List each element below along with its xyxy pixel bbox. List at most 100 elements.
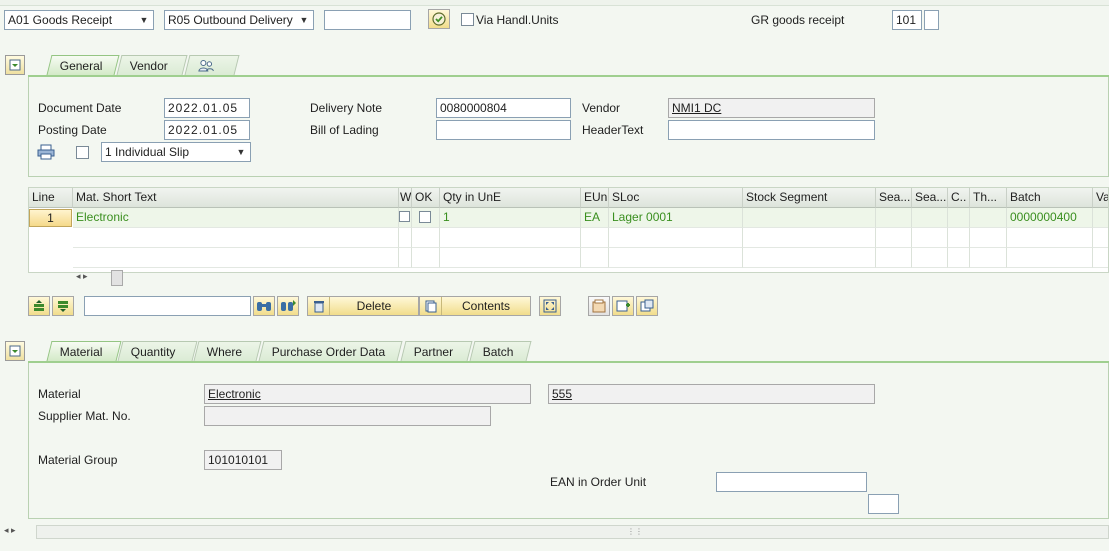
tab-partner[interactable]: Partner xyxy=(400,341,473,363)
layout-button[interactable] xyxy=(588,296,610,316)
print-icon[interactable] xyxy=(37,144,57,160)
movement-type-input[interactable]: 101 xyxy=(892,10,922,30)
table-scroll-arrows[interactable]: ◂ ▸ xyxy=(76,271,116,285)
table-scroll-thumb[interactable] xyxy=(111,270,123,286)
column-header-c[interactable]: C.. xyxy=(948,188,970,208)
table-cell-empty[interactable] xyxy=(1093,248,1108,268)
execute-button[interactable] xyxy=(428,9,450,29)
table-cell-empty[interactable] xyxy=(1093,228,1108,248)
cell-eun[interactable]: EA xyxy=(581,208,609,228)
tab-where[interactable]: Where xyxy=(193,341,262,363)
tab-vendor[interactable]: Vendor xyxy=(116,55,188,77)
bottom-scroll-arrows[interactable]: ◂ ▸ xyxy=(4,525,34,539)
column-header-line[interactable]: Line xyxy=(29,188,73,208)
column-header-batch[interactable]: Batch xyxy=(1007,188,1093,208)
vendor-value[interactable]: NMI1 DC xyxy=(668,98,875,118)
table-cell-empty[interactable] xyxy=(743,228,876,248)
via-handling-units-checkbox[interactable] xyxy=(461,13,474,26)
cell-th[interactable] xyxy=(970,208,1007,228)
slip-type-combo[interactable]: 1 Individual Slip ▼ xyxy=(101,142,251,162)
column-header-qty[interactable]: Qty in UnE xyxy=(440,188,581,208)
reference-input[interactable] xyxy=(324,10,411,30)
table-cell-empty[interactable] xyxy=(876,228,912,248)
bottom-scrollbar[interactable]: ⋮⋮ xyxy=(36,525,1109,539)
table-row-empty[interactable] xyxy=(73,228,399,248)
tab-batch[interactable]: Batch xyxy=(469,341,532,363)
reference-combo[interactable]: R05 Outbound Delivery ▼ xyxy=(164,10,314,30)
table-cell-empty[interactable] xyxy=(1007,248,1093,268)
column-header-stock-segment[interactable]: Stock Segment xyxy=(743,188,876,208)
deselect-all-button[interactable] xyxy=(52,296,74,316)
tab-purchase-order-data[interactable]: Purchase Order Data xyxy=(258,341,403,363)
contents-button[interactable]: Contents xyxy=(419,296,531,316)
material-group-value[interactable]: 101010101 xyxy=(204,450,282,470)
material-number[interactable]: 555 xyxy=(548,384,875,404)
item-search-input[interactable] xyxy=(84,296,251,316)
table-cell-empty[interactable] xyxy=(970,248,1007,268)
supplier-mat-input[interactable] xyxy=(204,406,491,426)
table-cell-empty[interactable] xyxy=(912,228,948,248)
row-ok-checkbox[interactable] xyxy=(419,211,431,223)
table-row-empty[interactable] xyxy=(73,248,399,268)
delete-button[interactable]: Delete xyxy=(307,296,419,316)
cell-qty[interactable]: 1 xyxy=(440,208,581,228)
print-checkbox[interactable] xyxy=(76,146,89,159)
column-header-th[interactable]: Th... xyxy=(970,188,1007,208)
column-header-short-text[interactable]: Mat. Short Text xyxy=(73,188,399,208)
expand-button[interactable] xyxy=(539,296,561,316)
table-cell-empty[interactable] xyxy=(440,228,581,248)
collapse-detail-button[interactable] xyxy=(5,341,25,361)
tab-general[interactable]: General xyxy=(46,55,120,77)
action-combo[interactable]: A01 Goods Receipt ▼ xyxy=(4,10,154,30)
table-cell-empty[interactable] xyxy=(970,228,1007,248)
find-button[interactable] xyxy=(253,296,275,316)
table-cell-empty[interactable] xyxy=(912,248,948,268)
ean-input[interactable] xyxy=(716,472,867,492)
table-cell-empty[interactable] xyxy=(399,248,412,268)
table-cell-empty[interactable] xyxy=(581,248,609,268)
column-header-w[interactable]: W xyxy=(399,188,412,208)
table-cell-empty[interactable] xyxy=(743,248,876,268)
cell-sea-2[interactable] xyxy=(912,208,948,228)
cell-stock-segment[interactable] xyxy=(743,208,876,228)
table-cell-empty[interactable] xyxy=(609,248,743,268)
column-header-eun[interactable]: EUn xyxy=(581,188,609,208)
column-header-ok[interactable]: OK xyxy=(412,188,440,208)
find-next-button[interactable] xyxy=(277,296,299,316)
ean-extra-input[interactable] xyxy=(868,494,899,514)
tab-material[interactable]: Material xyxy=(46,341,122,363)
copy-row-button[interactable] xyxy=(636,296,658,316)
collapse-header-button[interactable] xyxy=(5,55,25,75)
table-cell-empty[interactable] xyxy=(412,248,440,268)
table-cell-empty[interactable] xyxy=(609,228,743,248)
delivery-note-input[interactable]: 0080000804 xyxy=(436,98,571,118)
cell-batch[interactable]: 0000000400 xyxy=(1007,208,1093,228)
table-cell-empty[interactable] xyxy=(948,248,970,268)
posting-date-input[interactable]: 2022.01.05 xyxy=(164,120,250,140)
add-row-button[interactable] xyxy=(612,296,634,316)
column-header-sloc[interactable]: SLoc xyxy=(609,188,743,208)
cell-sloc[interactable]: Lager 0001 xyxy=(609,208,743,228)
column-header-sea-2[interactable]: Sea... xyxy=(912,188,948,208)
document-date-input[interactable]: 2022.01.05 xyxy=(164,98,250,118)
table-cell-empty[interactable] xyxy=(440,248,581,268)
cell-ok[interactable] xyxy=(412,208,440,228)
table-cell-empty[interactable] xyxy=(581,228,609,248)
row-w-checkbox[interactable] xyxy=(399,211,410,222)
movement-type-extra-input[interactable] xyxy=(924,10,939,30)
material-value[interactable]: Electronic xyxy=(204,384,531,404)
table-cell-empty[interactable] xyxy=(1007,228,1093,248)
cell-short-text[interactable]: Electronic xyxy=(73,208,399,228)
cell-sea-1[interactable] xyxy=(876,208,912,228)
cell-c[interactable] xyxy=(948,208,970,228)
tab-quantity[interactable]: Quantity xyxy=(117,341,198,363)
column-header-va[interactable]: Va xyxy=(1093,188,1108,208)
select-all-button[interactable] xyxy=(28,296,50,316)
column-header-sea-1[interactable]: Sea... xyxy=(876,188,912,208)
table-cell-empty[interactable] xyxy=(876,248,912,268)
row-selector-1[interactable]: 1 xyxy=(29,209,72,227)
table-cell-empty[interactable] xyxy=(399,228,412,248)
table-cell-empty[interactable] xyxy=(412,228,440,248)
tab-partner-icon[interactable] xyxy=(184,55,240,77)
table-cell-empty[interactable] xyxy=(948,228,970,248)
